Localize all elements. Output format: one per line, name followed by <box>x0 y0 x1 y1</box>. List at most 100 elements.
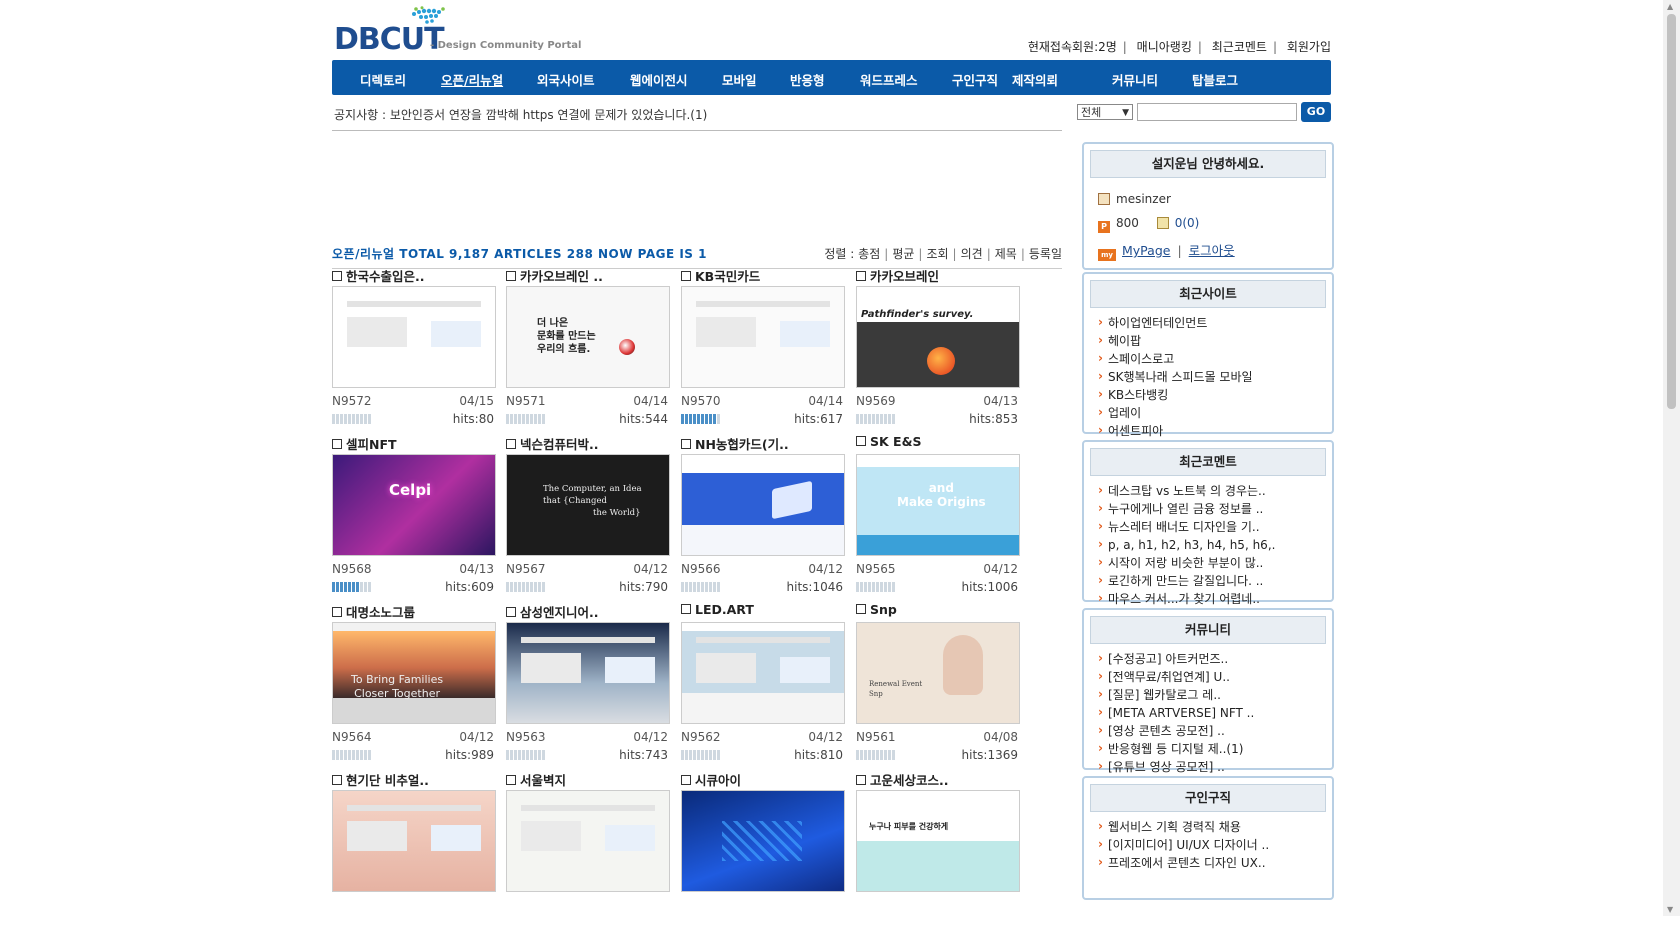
nav-item[interactable]: 구인구직 <box>952 70 998 89</box>
article-title[interactable]: NH농협카드(기.. <box>681 434 789 453</box>
community-item[interactable]: [유튜브 영상 공모전] .. <box>1098 757 1332 776</box>
article-thumbnail[interactable]: Pathfinder's survey. <box>856 286 1020 388</box>
nav-item[interactable]: 탑블로그 <box>1192 70 1238 89</box>
article-card[interactable]: LED.ART N9562 04/12 hits:810 <box>681 602 845 774</box>
recent-comment-item[interactable]: 누구에게나 열린 금융 정보를 .. <box>1098 499 1332 518</box>
article-card[interactable]: Snp Renewal Event Snp N9561 04/08 hits:1… <box>856 602 1020 774</box>
article-card[interactable]: 서울벽지 <box>506 770 670 942</box>
search-go-button[interactable]: GO <box>1301 102 1331 122</box>
community-item[interactable]: [전액무료/취업연계] U.. <box>1098 667 1332 686</box>
article-thumbnail[interactable] <box>681 622 845 724</box>
article-title[interactable]: 대명소노그룹 <box>332 602 415 621</box>
article-thumbnail[interactable]: The Computer, an Idea that {Changed the … <box>506 454 670 556</box>
sort-option[interactable]: 총점 <box>858 247 880 261</box>
article-thumbnail[interactable] <box>681 286 845 388</box>
scroll-down-icon[interactable]: ▼ <box>1667 905 1673 914</box>
community-item[interactable]: 반응형웹 등 디지털 제..(1) <box>1098 739 1332 758</box>
sort-option[interactable]: 등록일 <box>1029 247 1062 261</box>
recent-comment-item[interactable]: 시작이 저랑 비슷한 부분이 많.. <box>1098 553 1332 572</box>
notice-text[interactable]: 공지사항 : 보안인증서 연장을 깜박해 https 연결에 문제가 있었습니다… <box>334 106 707 123</box>
job-item[interactable]: [이지미디어] UI/UX 디자이너 .. <box>1098 835 1332 854</box>
article-title[interactable]: SK E&S <box>856 434 921 449</box>
recent-site-item[interactable]: 업레이 <box>1098 403 1332 422</box>
article-title[interactable]: 삼성엔지니어.. <box>506 602 599 621</box>
article-thumbnail[interactable]: To Bring Families Closer Together <box>332 622 496 724</box>
sort-option[interactable]: 조회 <box>926 247 948 261</box>
article-thumbnail[interactable] <box>332 286 496 388</box>
article-card[interactable]: 삼성엔지니어.. N9563 04/12 hits:743 <box>506 602 670 774</box>
sort-option[interactable]: 평균 <box>892 247 914 261</box>
nav-item[interactable]: 반응형 <box>790 70 825 89</box>
recent-site-item[interactable]: 어센트피아 <box>1098 421 1332 440</box>
logo[interactable]: DBCUT - Design Community Portal <box>332 4 592 57</box>
nav-item[interactable]: 오픈/리뉴얼 <box>441 70 503 89</box>
job-item[interactable]: 프레조에서 콘텐츠 디자인 UX.. <box>1098 853 1332 872</box>
recent-comment-item[interactable]: 로긴하게 만드는 갈질입니다. .. <box>1098 571 1332 590</box>
article-thumbnail[interactable] <box>681 454 845 556</box>
page-scrollbar[interactable]: ▲ ▼ <box>1663 0 1680 916</box>
article-title[interactable]: 카카오브레인 <box>856 266 939 285</box>
article-title[interactable]: 시큐아이 <box>681 770 741 789</box>
article-title[interactable]: LED.ART <box>681 602 754 617</box>
community-item[interactable]: [META ARTVERSE] NFT .. <box>1098 703 1332 722</box>
recent-comments-link[interactable]: 최근코멘트 <box>1212 40 1267 54</box>
article-card[interactable]: KB국민카드 N9570 04/14 hits:617 <box>681 266 845 438</box>
recent-comment-item[interactable]: 뉴스레터 배너도 디자인을 기.. <box>1098 517 1332 536</box>
article-card[interactable]: 시큐아이 <box>681 770 845 942</box>
article-card[interactable]: 대명소노그룹 To Bring Families Closer Together… <box>332 602 496 774</box>
signup-link[interactable]: 회원가입 <box>1287 40 1331 54</box>
article-card[interactable]: 셀피NFT Celpi N9568 04/13 hits:609 <box>332 434 496 606</box>
article-thumbnail[interactable] <box>506 790 670 892</box>
recent-comment-item[interactable]: 데스크탑 vs 노트북 의 경우는.. <box>1098 481 1332 500</box>
logout-link[interactable]: 로그아웃 <box>1189 243 1235 258</box>
article-card[interactable]: 넥슨컴퓨터박.. The Computer, an Idea that {Cha… <box>506 434 670 606</box>
nav-item[interactable]: 워드프레스 <box>860 70 918 89</box>
search-input[interactable] <box>1137 103 1297 121</box>
article-title[interactable]: 서울벽지 <box>506 770 566 789</box>
mypage-link[interactable]: MyPage <box>1122 243 1170 258</box>
article-card[interactable]: 카카오브레인 Pathfinder's survey. N9569 04/13 … <box>856 266 1020 438</box>
sort-option[interactable]: 의견 <box>961 247 983 261</box>
recent-comment-item[interactable]: 마우스 커서...가 찾기 어렵네.. <box>1098 589 1332 608</box>
community-item[interactable]: [영상 콘텐츠 공모전] .. <box>1098 721 1332 740</box>
nav-item[interactable]: 모바일 <box>722 70 757 89</box>
article-thumbnail[interactable]: Celpi <box>332 454 496 556</box>
sort-option[interactable]: 제목 <box>995 247 1017 261</box>
article-card[interactable]: 카카오브레인 .. 더 나은 문화를 만드는 우리의 흐름. N9571 04/… <box>506 266 670 438</box>
community-item[interactable]: [질문] 웹카탈로그 레.. <box>1098 685 1332 704</box>
article-title[interactable]: Snp <box>856 602 897 617</box>
community-item[interactable]: [수정공고] 아트커먼즈.. <box>1098 649 1332 668</box>
nav-item[interactable]: 디렉토리 <box>360 70 406 89</box>
online-members-link[interactable]: 현재접속회원:2명 <box>1028 40 1117 54</box>
article-title[interactable]: 셀피NFT <box>332 434 397 453</box>
article-thumbnail[interactable] <box>681 790 845 892</box>
job-item[interactable]: 웹서비스 기획 경력직 채용 <box>1098 817 1332 836</box>
article-title[interactable]: 현기단 비추얼.. <box>332 770 429 789</box>
article-title[interactable]: 넥슨컴퓨터박.. <box>506 434 599 453</box>
article-card[interactable]: NH농협카드(기.. N9566 04/12 hits:1046 <box>681 434 845 606</box>
recent-comment-item[interactable]: p, a, h1, h2, h3, h4, h5, h6,. <box>1098 535 1332 554</box>
recent-site-item[interactable]: 헤이팝 <box>1098 331 1332 350</box>
article-thumbnail[interactable]: 더 나은 문화를 만드는 우리의 흐름. <box>506 286 670 388</box>
recent-site-item[interactable]: SK행복나래 스피드몰 모바일 <box>1098 367 1332 386</box>
article-title[interactable]: KB국민카드 <box>681 266 760 285</box>
nav-item[interactable]: 외국사이트 <box>537 70 595 89</box>
article-thumbnail[interactable]: and Make Origins <box>856 454 1020 556</box>
article-card[interactable]: 고운세상코스.. 누구나 피부를 건강하게 <box>856 770 1020 942</box>
article-title[interactable]: 한국수출입은.. <box>332 266 425 285</box>
nav-item[interactable]: 웹에이전시 <box>630 70 688 89</box>
scrollbar-thumb[interactable] <box>1667 14 1676 409</box>
article-card[interactable]: 한국수출입은.. N9572 04/15 hits:80 <box>332 266 496 438</box>
memo-count[interactable]: 0(0) <box>1175 216 1200 230</box>
article-thumbnail[interactable] <box>332 790 496 892</box>
nav-item[interactable]: 제작의뢰 <box>1012 70 1058 89</box>
recent-site-item[interactable]: 스페이스로고 <box>1098 349 1332 368</box>
nav-item[interactable]: 커뮤니티 <box>1112 70 1158 89</box>
recent-site-item[interactable]: 하이업엔터테인먼트 <box>1098 313 1332 332</box>
search-scope-select[interactable]: 전체 ▼ <box>1077 104 1133 120</box>
article-title[interactable]: 카카오브레인 .. <box>506 266 603 285</box>
article-card[interactable]: 현기단 비추얼.. <box>332 770 496 942</box>
article-thumbnail[interactable] <box>506 622 670 724</box>
mania-ranking-link[interactable]: 매니아랭킹 <box>1137 40 1192 54</box>
recent-site-item[interactable]: KB스타뱅킹 <box>1098 385 1332 404</box>
